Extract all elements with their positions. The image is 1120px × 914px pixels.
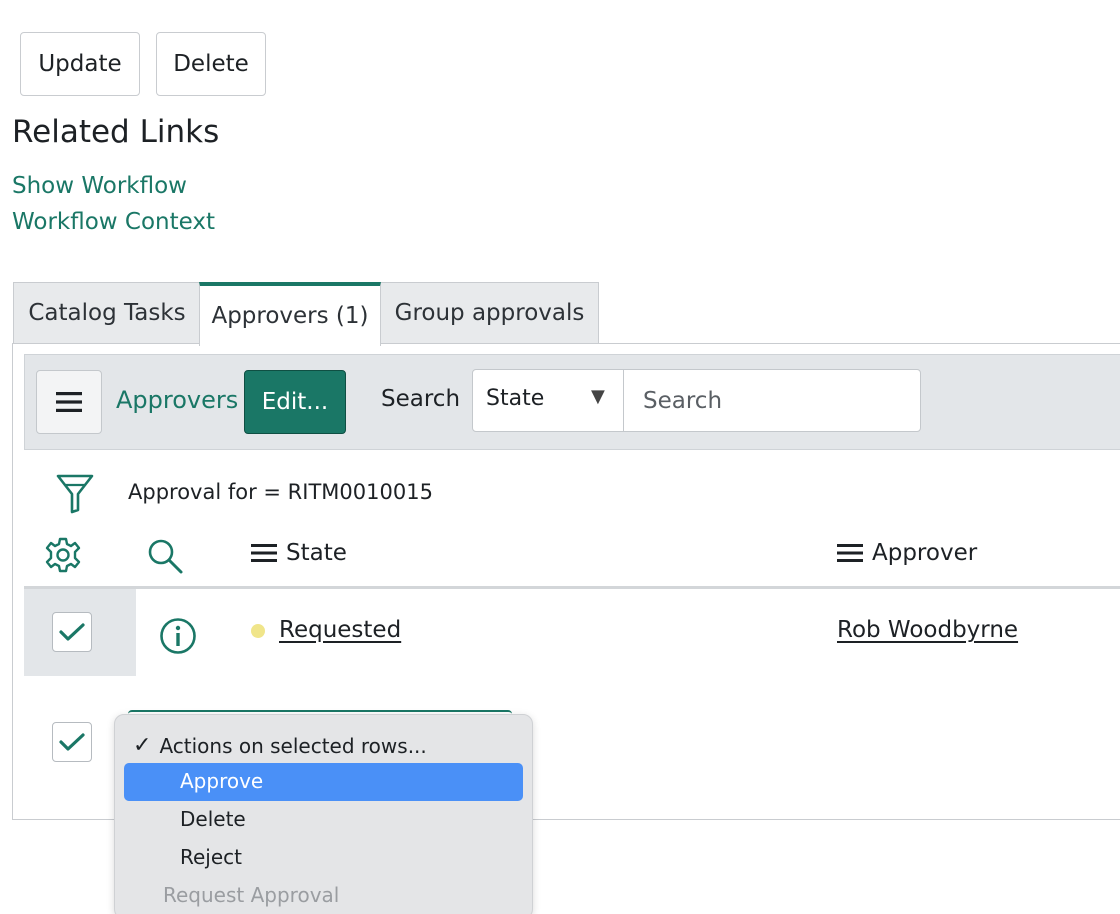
checkmark-icon — [59, 623, 85, 641]
show-workflow-link[interactable]: Show Workflow — [12, 173, 187, 199]
tab-approvers[interactable]: Approvers (1) — [199, 282, 381, 346]
search-label: Search — [381, 386, 461, 412]
column-header-approver[interactable]: Approver — [837, 540, 977, 566]
tab-group-approvals[interactable]: Group approvals — [380, 282, 599, 344]
delete-button[interactable]: Delete — [156, 32, 266, 96]
column-menu-icon[interactable] — [837, 543, 863, 563]
menu-item-request-approval: Request Approval — [163, 883, 340, 907]
actions-menu-selected-option[interactable]: ✓ Actions on selected rows... — [133, 733, 427, 758]
status-indicator — [251, 624, 265, 638]
actions-dropdown-menu[interactable]: ✓ Actions on selected rows... Approve De… — [114, 714, 533, 914]
dropdown-arrow-icon: ▼ — [591, 386, 605, 407]
list-title[interactable]: Approvers — [116, 386, 238, 414]
filter-breadcrumb[interactable]: Approval for = RITM0010015 — [128, 480, 433, 504]
search-input[interactable] — [623, 369, 921, 432]
gear-icon[interactable] — [45, 537, 81, 573]
column-menu-icon[interactable] — [251, 543, 277, 563]
search-icon[interactable] — [147, 538, 185, 576]
row-checkbox[interactable] — [52, 612, 92, 652]
menu-item-approve[interactable]: Approve — [180, 769, 263, 793]
tab-catalog-tasks[interactable]: Catalog Tasks — [13, 282, 200, 344]
related-links-heading: Related Links — [12, 114, 220, 150]
edit-button[interactable]: Edit... — [244, 370, 346, 434]
info-icon[interactable] — [159, 617, 197, 655]
workflow-context-link[interactable]: Workflow Context — [12, 209, 215, 235]
select-all-checkbox[interactable] — [52, 722, 92, 762]
menu-icon — [56, 392, 82, 412]
approver-cell-link[interactable]: Rob Woodbyrne — [837, 617, 1018, 643]
search-field-value: State — [486, 386, 545, 411]
filter-icon[interactable] — [55, 472, 95, 514]
column-header-label: State — [286, 540, 347, 566]
list-context-menu-button[interactable] — [36, 370, 102, 434]
actions-menu-selected-label: Actions on selected rows... — [159, 733, 427, 758]
menu-item-delete[interactable]: Delete — [180, 807, 246, 831]
update-button[interactable]: Update — [20, 32, 140, 96]
state-cell-link[interactable]: Requested — [279, 617, 401, 643]
checkmark-icon — [59, 733, 85, 751]
column-header-state[interactable]: State — [251, 540, 347, 566]
menu-item-reject[interactable]: Reject — [180, 845, 242, 869]
column-header-label: Approver — [872, 540, 978, 566]
header-divider — [24, 586, 1120, 589]
search-field-select[interactable]: State ▼ — [472, 369, 624, 432]
checkmark-icon: ✓ — [133, 733, 152, 758]
